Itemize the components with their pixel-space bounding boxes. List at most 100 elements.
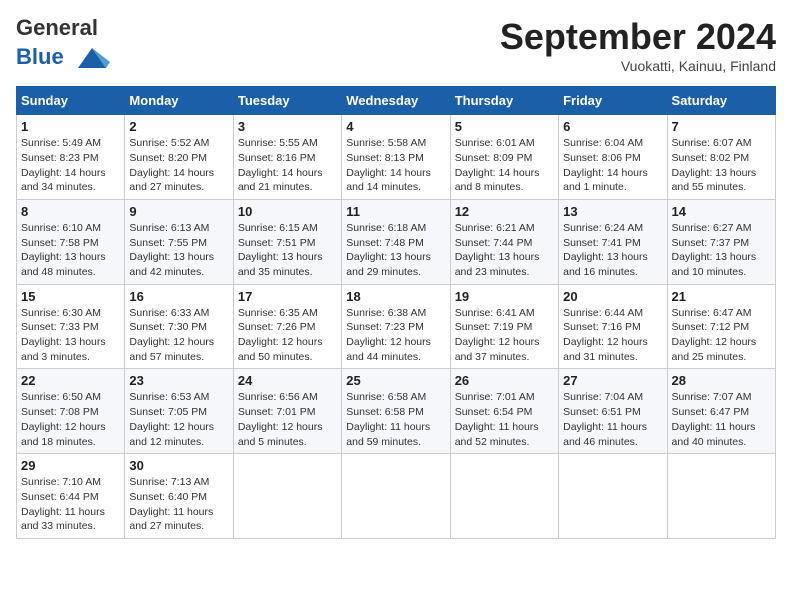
- day-number: 27: [563, 373, 662, 388]
- table-row: 1 Sunrise: 5:49 AMSunset: 8:23 PMDaylight…: [17, 115, 125, 200]
- day-info: Sunrise: 6:30 AMSunset: 7:33 PMDaylight:…: [21, 306, 120, 365]
- day-number: 12: [455, 204, 554, 219]
- day-info: Sunrise: 7:01 AMSunset: 6:54 PMDaylight:…: [455, 390, 554, 449]
- day-info: Sunrise: 7:10 AMSunset: 6:44 PMDaylight:…: [21, 475, 120, 534]
- day-number: 28: [672, 373, 771, 388]
- calendar-week-row: 22 Sunrise: 6:50 AMSunset: 7:08 PMDayligh…: [17, 369, 776, 454]
- day-info: Sunrise: 6:50 AMSunset: 7:08 PMDaylight:…: [21, 390, 120, 449]
- day-info: Sunrise: 6:01 AMSunset: 8:09 PMDaylight:…: [455, 136, 554, 195]
- day-info: Sunrise: 6:21 AMSunset: 7:44 PMDaylight:…: [455, 221, 554, 280]
- day-number: 29: [21, 458, 120, 473]
- day-number: 8: [21, 204, 120, 219]
- day-info: Sunrise: 5:52 AMSunset: 8:20 PMDaylight:…: [129, 136, 228, 195]
- day-info: Sunrise: 6:13 AMSunset: 7:55 PMDaylight:…: [129, 221, 228, 280]
- day-info: Sunrise: 6:44 AMSunset: 7:16 PMDaylight:…: [563, 306, 662, 365]
- day-number: 19: [455, 289, 554, 304]
- col-tuesday: Tuesday: [233, 87, 341, 115]
- day-number: 6: [563, 119, 662, 134]
- col-saturday: Saturday: [667, 87, 775, 115]
- day-number: 13: [563, 204, 662, 219]
- col-thursday: Thursday: [450, 87, 558, 115]
- table-row: 7 Sunrise: 6:07 AMSunset: 8:02 PMDaylight…: [667, 115, 775, 200]
- day-info: Sunrise: 7:13 AMSunset: 6:40 PMDaylight:…: [129, 475, 228, 534]
- table-row: 21Sunrise: 6:47 AMSunset: 7:12 PMDayligh…: [667, 284, 775, 369]
- day-number: 24: [238, 373, 337, 388]
- day-number: 7: [672, 119, 771, 134]
- day-number: 11: [346, 204, 445, 219]
- table-row: [559, 454, 667, 539]
- table-row: 16 Sunrise: 6:33 AMSunset: 7:30 PMDayligh…: [125, 284, 233, 369]
- day-info: Sunrise: 6:24 AMSunset: 7:41 PMDaylight:…: [563, 221, 662, 280]
- day-info: Sunrise: 5:49 AMSunset: 8:23 PMDaylight:…: [21, 136, 120, 195]
- month-title: September 2024: [500, 16, 776, 58]
- day-info: Sunrise: 7:04 AMSunset: 6:51 PMDaylight:…: [563, 390, 662, 449]
- table-row: 9 Sunrise: 6:13 AMSunset: 7:55 PMDaylight…: [125, 199, 233, 284]
- day-number: 2: [129, 119, 228, 134]
- day-number: 9: [129, 204, 228, 219]
- title-block: September 2024 Vuokatti, Kainuu, Finland: [500, 16, 776, 74]
- table-row: 3 Sunrise: 5:55 AMSunset: 8:16 PMDaylight…: [233, 115, 341, 200]
- table-row: 18Sunrise: 6:38 AMSunset: 7:23 PMDayligh…: [342, 284, 450, 369]
- day-info: Sunrise: 6:33 AMSunset: 7:30 PMDaylight:…: [129, 306, 228, 365]
- table-row: [667, 454, 775, 539]
- table-row: 15 Sunrise: 6:30 AMSunset: 7:33 PMDayligh…: [17, 284, 125, 369]
- table-row: 8 Sunrise: 6:10 AMSunset: 7:58 PMDaylight…: [17, 199, 125, 284]
- table-row: 6 Sunrise: 6:04 AMSunset: 8:06 PMDaylight…: [559, 115, 667, 200]
- table-row: 30 Sunrise: 7:13 AMSunset: 6:40 PMDayligh…: [125, 454, 233, 539]
- table-row: 13 Sunrise: 6:24 AMSunset: 7:41 PMDayligh…: [559, 199, 667, 284]
- col-wednesday: Wednesday: [342, 87, 450, 115]
- table-row: 10 Sunrise: 6:15 AMSunset: 7:51 PMDayligh…: [233, 199, 341, 284]
- day-number: 10: [238, 204, 337, 219]
- calendar-table: Sunday Monday Tuesday Wednesday Thursday…: [16, 86, 776, 539]
- table-row: 14 Sunrise: 6:27 AMSunset: 7:37 PMDayligh…: [667, 199, 775, 284]
- table-row: 22 Sunrise: 6:50 AMSunset: 7:08 PMDayligh…: [17, 369, 125, 454]
- day-number: 23: [129, 373, 228, 388]
- day-number: 1: [21, 119, 120, 134]
- day-number: 14: [672, 204, 771, 219]
- table-row: 5Sunrise: 6:01 AMSunset: 8:09 PMDaylight…: [450, 115, 558, 200]
- day-number: 15: [21, 289, 120, 304]
- day-info: Sunrise: 6:56 AMSunset: 7:01 PMDaylight:…: [238, 390, 337, 449]
- col-monday: Monday: [125, 87, 233, 115]
- logo-general: General: [16, 15, 98, 40]
- day-info: Sunrise: 6:10 AMSunset: 7:58 PMDaylight:…: [21, 221, 120, 280]
- table-row: 4 Sunrise: 5:58 AMSunset: 8:13 PMDaylight…: [342, 115, 450, 200]
- day-number: 20: [563, 289, 662, 304]
- day-number: 3: [238, 119, 337, 134]
- table-row: 24 Sunrise: 6:56 AMSunset: 7:01 PMDayligh…: [233, 369, 341, 454]
- calendar-week-row: 8 Sunrise: 6:10 AMSunset: 7:58 PMDaylight…: [17, 199, 776, 284]
- day-info: Sunrise: 6:07 AMSunset: 8:02 PMDaylight:…: [672, 136, 771, 195]
- day-info: Sunrise: 6:18 AMSunset: 7:48 PMDaylight:…: [346, 221, 445, 280]
- table-row: 27 Sunrise: 7:04 AMSunset: 6:51 PMDayligh…: [559, 369, 667, 454]
- day-info: Sunrise: 6:27 AMSunset: 7:37 PMDaylight:…: [672, 221, 771, 280]
- table-row: [233, 454, 341, 539]
- day-number: 22: [21, 373, 120, 388]
- day-info: Sunrise: 6:47 AMSunset: 7:12 PMDaylight:…: [672, 306, 771, 365]
- day-number: 17: [238, 289, 337, 304]
- day-info: Sunrise: 5:58 AMSunset: 8:13 PMDaylight:…: [346, 136, 445, 195]
- day-info: Sunrise: 5:55 AMSunset: 8:16 PMDaylight:…: [238, 136, 337, 195]
- day-number: 4: [346, 119, 445, 134]
- day-info: Sunrise: 7:07 AMSunset: 6:47 PMDaylight:…: [672, 390, 771, 449]
- table-row: 17 Sunrise: 6:35 AMSunset: 7:26 PMDayligh…: [233, 284, 341, 369]
- day-number: 26: [455, 373, 554, 388]
- table-row: [342, 454, 450, 539]
- table-row: 23Sunrise: 6:53 AMSunset: 7:05 PMDayligh…: [125, 369, 233, 454]
- day-info: Sunrise: 6:04 AMSunset: 8:06 PMDaylight:…: [563, 136, 662, 195]
- table-row: 12 Sunrise: 6:21 AMSunset: 7:44 PMDayligh…: [450, 199, 558, 284]
- page-header: General Blue September 2024 Vuokatti, Ka…: [16, 16, 776, 76]
- calendar-week-row: 15 Sunrise: 6:30 AMSunset: 7:33 PMDayligh…: [17, 284, 776, 369]
- calendar-header-row: Sunday Monday Tuesday Wednesday Thursday…: [17, 87, 776, 115]
- day-info: Sunrise: 6:35 AMSunset: 7:26 PMDaylight:…: [238, 306, 337, 365]
- table-row: [450, 454, 558, 539]
- calendar-week-row: 1 Sunrise: 5:49 AMSunset: 8:23 PMDaylight…: [17, 115, 776, 200]
- col-sunday: Sunday: [17, 87, 125, 115]
- table-row: 26 Sunrise: 7:01 AMSunset: 6:54 PMDayligh…: [450, 369, 558, 454]
- day-info: Sunrise: 6:15 AMSunset: 7:51 PMDaylight:…: [238, 221, 337, 280]
- table-row: 25Sunrise: 6:58 AMSunset: 6:58 PMDayligh…: [342, 369, 450, 454]
- day-number: 18: [346, 289, 445, 304]
- logo-blue: Blue: [16, 44, 64, 69]
- calendar-week-row: 29 Sunrise: 7:10 AMSunset: 6:44 PMDayligh…: [17, 454, 776, 539]
- day-number: 30: [129, 458, 228, 473]
- day-number: 16: [129, 289, 228, 304]
